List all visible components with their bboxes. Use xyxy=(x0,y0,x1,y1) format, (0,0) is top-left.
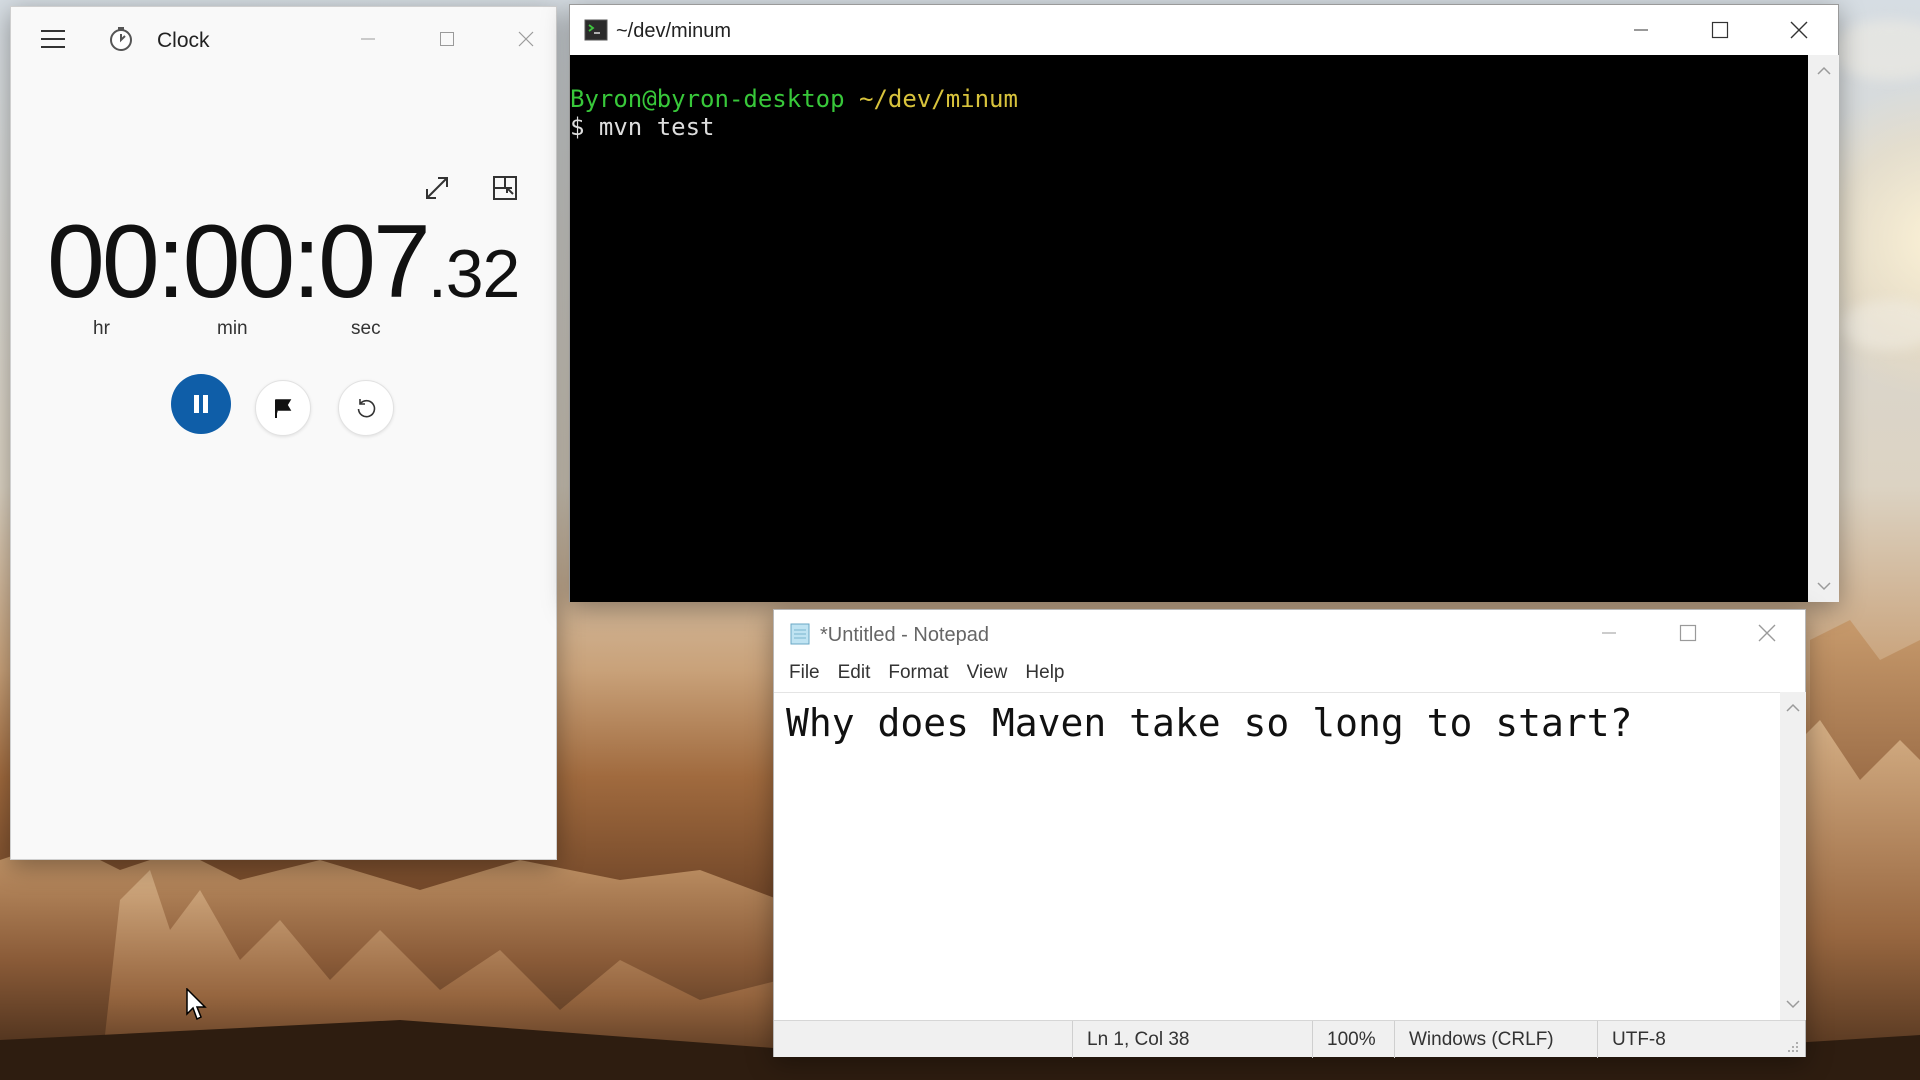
time-main: 00:00:07 xyxy=(47,204,431,320)
resize-grip-icon[interactable] xyxy=(1787,1041,1799,1053)
minimize-button[interactable] xyxy=(1570,610,1648,656)
terminal-scrollbar[interactable] xyxy=(1808,55,1839,602)
editor-scrollbar[interactable] xyxy=(1780,692,1806,1020)
close-button[interactable] xyxy=(1728,610,1806,656)
notepad-window: *Untitled - Notepad File Edit Format Vie… xyxy=(773,609,1806,1058)
statusbar: Ln 1, Col 38 100% Windows (CRLF) UTF-8 xyxy=(774,1020,1805,1058)
terminal-titlebar[interactable]: ~/dev/minum xyxy=(570,5,1838,55)
menu-edit[interactable]: Edit xyxy=(831,658,878,688)
notepad-titlebar[interactable]: *Untitled - Notepad xyxy=(774,610,1805,656)
clock-app-icon xyxy=(110,27,132,51)
unit-hr: hr xyxy=(93,318,110,339)
pause-button[interactable] xyxy=(171,374,231,434)
terminal-window: ~/dev/minum Byron@byron-desktop ~/dev/mi… xyxy=(569,4,1839,602)
close-icon xyxy=(518,31,534,47)
time-fraction: .32 xyxy=(427,236,521,312)
status-zoom: 100% xyxy=(1312,1021,1394,1058)
expand-icon xyxy=(426,177,448,199)
window-title: ~/dev/minum xyxy=(616,20,732,42)
command-line: $ mvn test xyxy=(570,113,715,141)
close-icon xyxy=(1790,21,1808,39)
close-icon xyxy=(1758,624,1776,642)
maximize-button[interactable] xyxy=(408,7,486,71)
minimize-icon xyxy=(361,38,375,40)
text-editor[interactable]: Why does Maven take so long to start? xyxy=(774,692,1780,1020)
unit-min: min xyxy=(217,318,248,339)
reset-icon xyxy=(357,399,376,418)
flag-icon xyxy=(275,399,292,418)
maximize-button[interactable] xyxy=(1649,610,1727,656)
scroll-down-icon[interactable] xyxy=(1808,574,1839,598)
maximize-icon xyxy=(1679,624,1697,642)
minimize-icon xyxy=(1634,29,1648,31)
prompt-path: ~/dev/minum xyxy=(859,85,1018,113)
maximize-icon xyxy=(1711,21,1729,39)
app-title: Clock xyxy=(157,29,210,52)
notepad-icon xyxy=(790,623,810,645)
close-button[interactable] xyxy=(1760,5,1838,55)
pause-icon xyxy=(194,395,208,413)
minimize-button[interactable] xyxy=(329,7,407,71)
clock-window: Clock 00:00:07.32 hr min sec xyxy=(10,6,557,860)
scroll-down-icon[interactable] xyxy=(1780,992,1806,1016)
stopwatch-time: 00:00:07.32 xyxy=(47,203,547,323)
minimize-icon xyxy=(1602,632,1616,634)
mouse-pointer-icon xyxy=(186,988,207,1021)
minimize-button[interactable] xyxy=(1602,5,1680,55)
close-button[interactable] xyxy=(487,7,565,71)
menu-file[interactable]: File xyxy=(782,658,827,688)
menu-format[interactable]: Format xyxy=(881,658,955,688)
keep-on-top-icon xyxy=(493,176,517,200)
status-line-ending: Windows (CRLF) xyxy=(1394,1021,1597,1058)
scroll-up-icon[interactable] xyxy=(1808,59,1839,83)
unit-sec: sec xyxy=(351,318,381,339)
window-title: *Untitled - Notepad xyxy=(820,624,989,646)
status-position: Ln 1, Col 38 xyxy=(1072,1021,1312,1058)
menu-icon[interactable] xyxy=(37,23,69,55)
clock-titlebar[interactable]: Clock xyxy=(11,7,556,71)
prompt-user: Byron@byron-desktop xyxy=(570,85,845,113)
terminal-icon xyxy=(584,19,608,41)
scroll-up-icon[interactable] xyxy=(1780,696,1806,720)
menu-help[interactable]: Help xyxy=(1018,658,1071,688)
menu-view[interactable]: View xyxy=(960,658,1015,688)
status-encoding: UTF-8 xyxy=(1597,1021,1777,1058)
menubar: File Edit Format View Help xyxy=(774,656,1805,690)
maximize-icon xyxy=(440,32,454,46)
terminal-output[interactable]: Byron@byron-desktop ~/dev/minum $ mvn te… xyxy=(570,55,1808,602)
maximize-button[interactable] xyxy=(1681,5,1759,55)
prompt-line: Byron@byron-desktop ~/dev/minum xyxy=(570,85,1808,113)
reset-button[interactable] xyxy=(338,380,394,436)
lap-button[interactable] xyxy=(255,380,311,436)
